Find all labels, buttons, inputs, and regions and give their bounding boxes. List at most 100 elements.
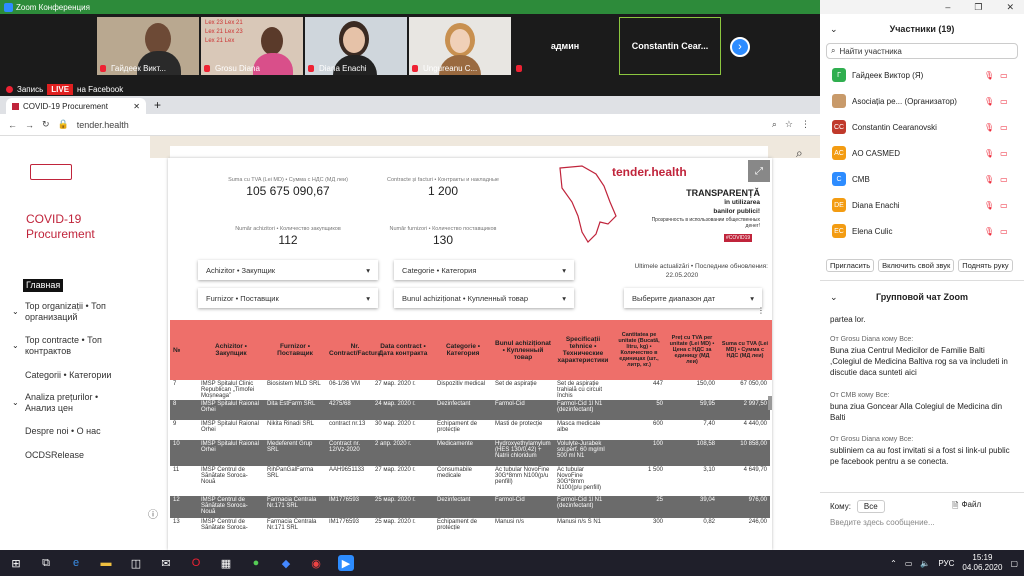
table-row[interactable]: 11 IMSP Centrul de Sănătate Soroca-Nouă Ri… [170, 466, 770, 496]
nav-top-orgs[interactable]: Top organizații • Топ организаций [25, 301, 125, 323]
chat-input[interactable]: Введите здесь сообщение... [830, 518, 1016, 527]
slogan: în utilizarea [724, 199, 760, 206]
category-filter[interactable]: Categorie • Категория ▾ [394, 260, 574, 280]
date-range-picker[interactable]: Выберите диапазон дат ▾ [624, 288, 762, 308]
video-off-icon: ▭ [1000, 227, 1008, 236]
chrome-icon[interactable]: ◉ [308, 555, 324, 571]
avatar: EC [832, 224, 846, 238]
participant-item[interactable]: C CMB [832, 172, 870, 186]
video-tile[interactable]: Lex 23 Lex 21 Lex 21 Lex 23 Lex 21 Lex Gro… [201, 17, 303, 75]
column-header[interactable]: Specificații tehnice • Технические харак… [554, 320, 612, 380]
participant-item[interactable]: DE Diana Enachi [832, 198, 900, 212]
next-page-button[interactable]: › [730, 37, 750, 57]
live-badge[interactable]: LIVE [47, 83, 74, 95]
chevron-down-icon[interactable]: ⌄ [12, 398, 19, 407]
clock[interactable]: 15:19 04.06.2020 [962, 553, 1002, 573]
column-header[interactable]: Categorie • Категория [434, 320, 492, 380]
table-row[interactable]: 12 IMSP Centrul de Sănătate Soroca-Nouă Fa… [170, 496, 770, 518]
video-tile[interactable]: Ungureanu C... [409, 17, 511, 75]
edge-icon[interactable]: e [68, 555, 84, 571]
table-cell: 7,40 [703, 421, 715, 427]
forward-icon[interactable]: → [25, 120, 34, 130]
column-header[interactable]: Preț cu TVA per unitate (Lei MD) • Цена … [666, 320, 718, 380]
participant-item[interactable]: Г Гайдеек Виктор (Я) [832, 68, 923, 82]
participant-item[interactable]: Asociația pe... (Организатор) [832, 94, 957, 108]
notifications-icon[interactable]: ▢ [1010, 559, 1024, 568]
nav-ocds[interactable]: OCDSRelease [25, 450, 84, 461]
participant-item[interactable]: AC AO CASMED [832, 146, 900, 160]
expand-icon[interactable]: ⤢ [748, 160, 770, 182]
close-button[interactable]: ✕ [1006, 2, 1014, 13]
store-icon[interactable]: ◫ [128, 555, 144, 571]
browser-tab[interactable]: COVID-19 Procurement ✕ [6, 98, 146, 114]
reload-icon[interactable]: ↻ [42, 119, 50, 130]
zoom-icon[interactable]: ⌕ [772, 119, 777, 130]
app-icon[interactable]: ● [248, 555, 264, 571]
unmute-button[interactable]: Включить свой звук [878, 259, 955, 272]
nav-categories[interactable]: Categorii • Категории [25, 370, 111, 381]
participant-item[interactable]: EC Elena Culic [832, 224, 892, 238]
close-tab-icon[interactable]: ✕ [133, 102, 140, 111]
chevron-down-icon[interactable]: ⌄ [12, 341, 19, 350]
search-icon[interactable]: ⌕ [796, 146, 803, 161]
new-tab-button[interactable]: + [154, 98, 161, 112]
muted-mic-icon: 🎙 [984, 149, 995, 158]
minimize-button[interactable]: – [945, 2, 950, 12]
tile-name: админ [550, 41, 580, 51]
video-tile[interactable]: Гайдеек Викт... [97, 17, 199, 75]
app-icon[interactable]: ◆ [278, 555, 294, 571]
column-header[interactable]: Suma cu TVA (Lei MD) • Сумма с НДС (МД л… [718, 320, 772, 380]
calculator-icon[interactable]: ▦ [218, 555, 234, 571]
network-icon[interactable]: ▭ [905, 559, 913, 568]
table-row[interactable]: 7 IMSP Spitalul Clinic Republican „Timofe… [170, 380, 770, 400]
star-icon[interactable]: ☆ [785, 119, 793, 130]
task-view-icon[interactable]: ⧉ [38, 555, 54, 571]
table-row[interactable]: 13 IMSP Centrul de Sănătate Soroca-Nouă Fa… [170, 518, 770, 530]
column-header[interactable]: Bunul achiziționat • Купленный товар [492, 320, 554, 380]
chevron-down-icon[interactable]: ⌄ [12, 307, 19, 316]
file-button[interactable]: 🗎 Файл [952, 500, 981, 514]
participant-status-icons: 🎙 ▭ [984, 149, 1008, 158]
back-icon[interactable]: ← [8, 120, 17, 130]
video-tile[interactable]: админ [513, 17, 617, 75]
more-icon[interactable]: ⋮ [757, 306, 765, 315]
nav-price-analysis[interactable]: Analiza prețurilor • Анализ цен [25, 392, 125, 414]
start-icon[interactable]: ⊞ [8, 555, 24, 571]
nav-home[interactable]: Главная [23, 279, 64, 292]
recipient-select[interactable]: Все [856, 500, 885, 513]
supplier-filter[interactable]: Furnizor • Поставщик ▾ [198, 288, 378, 308]
item-filter[interactable]: Bunul achiziționat • Купленный товар ▾ [394, 288, 574, 308]
table-row[interactable]: 8 IMSP Spitalul Raional Orhei Dita EstFarm… [170, 400, 770, 420]
column-header[interactable]: Cantitatea pe unitate (Bucată, litru, kg… [612, 320, 666, 380]
nav-top-contracts[interactable]: Top contracte • Топ контрактов [25, 335, 125, 357]
buyer-filter[interactable]: Achizitor • Закупщик ▾ [198, 260, 378, 280]
menu-icon[interactable]: ⋮ [801, 119, 820, 130]
tray-chevron-icon[interactable]: ⌃ [890, 559, 897, 568]
nav-about[interactable]: Despre noi • О нас [25, 426, 101, 437]
table-row[interactable]: 10 IMSP Spitalul Raional Orhei Medeferent … [170, 440, 770, 466]
maximize-button[interactable]: ❐ [974, 2, 982, 13]
participant-search[interactable]: ⌕ Найти участника [826, 43, 1018, 59]
raise-hand-button[interactable]: Поднять руку [958, 259, 1013, 272]
table-row[interactable]: 9 IMSP Spitalul Raional Orhei Nikita Rinad… [170, 420, 770, 440]
zoom-app-icon[interactable]: ▶ [338, 555, 354, 571]
table-scrollbar[interactable] [768, 396, 772, 410]
table-cell: 13 [173, 519, 180, 525]
explorer-icon[interactable]: ▬ [98, 555, 114, 571]
volume-icon[interactable]: 🔈 [920, 559, 930, 568]
info-icon[interactable]: ⓘ [148, 506, 158, 521]
video-tile-active[interactable]: Constantin Cear... [619, 17, 721, 75]
column-header[interactable]: Data contract • Дата контракта [372, 320, 434, 380]
column-header[interactable]: Nr. Contract/Factura [326, 320, 381, 380]
column-header[interactable]: № [170, 320, 198, 380]
invite-button[interactable]: Пригласить [826, 259, 875, 272]
participant-item[interactable]: CC Constantin Cearanovski [832, 120, 937, 134]
mail-icon[interactable]: ✉ [158, 555, 174, 571]
opera-icon[interactable]: O [188, 555, 204, 571]
column-header[interactable]: Furnizor • Поставщик [264, 320, 326, 380]
column-header[interactable]: Achizitor • Закупщик [198, 320, 264, 380]
url-field[interactable]: tender.health [77, 120, 764, 130]
site-logo-icon[interactable] [30, 164, 72, 180]
language-indicator[interactable]: РУС [938, 559, 954, 568]
video-tile[interactable]: Diana Enachi [305, 17, 407, 75]
